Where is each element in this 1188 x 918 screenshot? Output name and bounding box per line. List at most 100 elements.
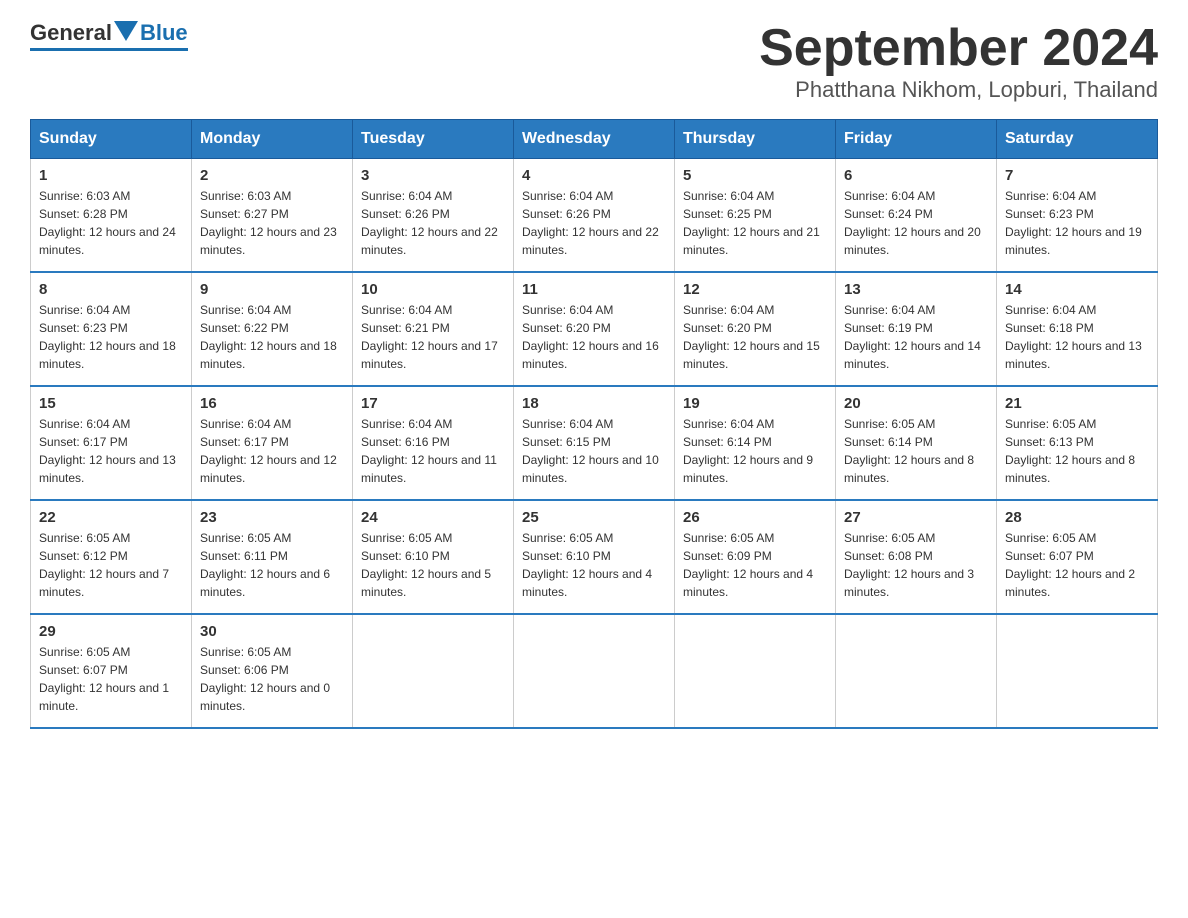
- calendar-cell: 15 Sunrise: 6:04 AMSunset: 6:17 PMDaylig…: [31, 386, 192, 500]
- month-title: September 2024: [759, 20, 1158, 77]
- calendar-cell: 2 Sunrise: 6:03 AMSunset: 6:27 PMDayligh…: [192, 159, 353, 273]
- calendar-cell: 26 Sunrise: 6:05 AMSunset: 6:09 PMDaylig…: [675, 500, 836, 614]
- day-info: Sunrise: 6:03 AMSunset: 6:27 PMDaylight:…: [200, 187, 344, 259]
- col-header-wednesday: Wednesday: [514, 120, 675, 159]
- day-number: 13: [844, 281, 988, 298]
- col-header-thursday: Thursday: [675, 120, 836, 159]
- day-info: Sunrise: 6:04 AMSunset: 6:19 PMDaylight:…: [844, 301, 988, 373]
- calendar-cell: 12 Sunrise: 6:04 AMSunset: 6:20 PMDaylig…: [675, 272, 836, 386]
- day-number: 14: [1005, 281, 1149, 298]
- day-number: 18: [522, 395, 666, 412]
- day-info: Sunrise: 6:05 AMSunset: 6:07 PMDaylight:…: [1005, 529, 1149, 601]
- day-info: Sunrise: 6:04 AMSunset: 6:15 PMDaylight:…: [522, 415, 666, 487]
- page-header: General Blue September 2024 Phatthana Ni…: [30, 20, 1158, 103]
- day-number: 15: [39, 395, 183, 412]
- calendar-cell: 3 Sunrise: 6:04 AMSunset: 6:26 PMDayligh…: [353, 159, 514, 273]
- day-info: Sunrise: 6:05 AMSunset: 6:14 PMDaylight:…: [844, 415, 988, 487]
- calendar-cell: 1 Sunrise: 6:03 AMSunset: 6:28 PMDayligh…: [31, 159, 192, 273]
- col-header-friday: Friday: [836, 120, 997, 159]
- day-number: 2: [200, 167, 344, 184]
- day-info: Sunrise: 6:04 AMSunset: 6:20 PMDaylight:…: [683, 301, 827, 373]
- day-number: 5: [683, 167, 827, 184]
- calendar-cell: 30 Sunrise: 6:05 AMSunset: 6:06 PMDaylig…: [192, 614, 353, 728]
- calendar-cell: 21 Sunrise: 6:05 AMSunset: 6:13 PMDaylig…: [997, 386, 1158, 500]
- col-header-monday: Monday: [192, 120, 353, 159]
- day-info: Sunrise: 6:03 AMSunset: 6:28 PMDaylight:…: [39, 187, 183, 259]
- calendar-cell: [836, 614, 997, 728]
- day-info: Sunrise: 6:05 AMSunset: 6:12 PMDaylight:…: [39, 529, 183, 601]
- day-info: Sunrise: 6:04 AMSunset: 6:23 PMDaylight:…: [39, 301, 183, 373]
- calendar-cell: 23 Sunrise: 6:05 AMSunset: 6:11 PMDaylig…: [192, 500, 353, 614]
- day-number: 10: [361, 281, 505, 298]
- day-number: 23: [200, 509, 344, 526]
- day-info: Sunrise: 6:04 AMSunset: 6:20 PMDaylight:…: [522, 301, 666, 373]
- col-header-saturday: Saturday: [997, 120, 1158, 159]
- calendar-cell: 22 Sunrise: 6:05 AMSunset: 6:12 PMDaylig…: [31, 500, 192, 614]
- header-right: September 2024 Phatthana Nikhom, Lopburi…: [759, 20, 1158, 103]
- logo-underline: [30, 48, 188, 51]
- calendar-cell: 29 Sunrise: 6:05 AMSunset: 6:07 PMDaylig…: [31, 614, 192, 728]
- day-number: 3: [361, 167, 505, 184]
- day-number: 7: [1005, 167, 1149, 184]
- calendar-cell: [997, 614, 1158, 728]
- day-number: 28: [1005, 509, 1149, 526]
- calendar-header-row: SundayMondayTuesdayWednesdayThursdayFrid…: [31, 120, 1158, 159]
- day-info: Sunrise: 6:05 AMSunset: 6:11 PMDaylight:…: [200, 529, 344, 601]
- calendar-cell: 8 Sunrise: 6:04 AMSunset: 6:23 PMDayligh…: [31, 272, 192, 386]
- day-info: Sunrise: 6:04 AMSunset: 6:22 PMDaylight:…: [200, 301, 344, 373]
- calendar-cell: [514, 614, 675, 728]
- day-number: 1: [39, 167, 183, 184]
- day-number: 21: [1005, 395, 1149, 412]
- day-number: 20: [844, 395, 988, 412]
- day-number: 6: [844, 167, 988, 184]
- day-info: Sunrise: 6:05 AMSunset: 6:06 PMDaylight:…: [200, 643, 344, 715]
- col-header-tuesday: Tuesday: [353, 120, 514, 159]
- day-number: 11: [522, 281, 666, 298]
- day-number: 27: [844, 509, 988, 526]
- location: Phatthana Nikhom, Lopburi, Thailand: [759, 77, 1158, 103]
- day-info: Sunrise: 6:05 AMSunset: 6:07 PMDaylight:…: [39, 643, 183, 715]
- calendar-cell: 13 Sunrise: 6:04 AMSunset: 6:19 PMDaylig…: [836, 272, 997, 386]
- calendar-cell: 24 Sunrise: 6:05 AMSunset: 6:10 PMDaylig…: [353, 500, 514, 614]
- calendar-cell: 25 Sunrise: 6:05 AMSunset: 6:10 PMDaylig…: [514, 500, 675, 614]
- day-number: 25: [522, 509, 666, 526]
- calendar-cell: 14 Sunrise: 6:04 AMSunset: 6:18 PMDaylig…: [997, 272, 1158, 386]
- calendar-cell: 27 Sunrise: 6:05 AMSunset: 6:08 PMDaylig…: [836, 500, 997, 614]
- calendar-week-row: 8 Sunrise: 6:04 AMSunset: 6:23 PMDayligh…: [31, 272, 1158, 386]
- calendar-cell: 10 Sunrise: 6:04 AMSunset: 6:21 PMDaylig…: [353, 272, 514, 386]
- calendar-week-row: 1 Sunrise: 6:03 AMSunset: 6:28 PMDayligh…: [31, 159, 1158, 273]
- day-info: Sunrise: 6:04 AMSunset: 6:14 PMDaylight:…: [683, 415, 827, 487]
- day-info: Sunrise: 6:04 AMSunset: 6:26 PMDaylight:…: [361, 187, 505, 259]
- day-number: 12: [683, 281, 827, 298]
- day-info: Sunrise: 6:04 AMSunset: 6:25 PMDaylight:…: [683, 187, 827, 259]
- day-info: Sunrise: 6:05 AMSunset: 6:10 PMDaylight:…: [522, 529, 666, 601]
- day-info: Sunrise: 6:04 AMSunset: 6:16 PMDaylight:…: [361, 415, 505, 487]
- day-info: Sunrise: 6:05 AMSunset: 6:09 PMDaylight:…: [683, 529, 827, 601]
- day-number: 17: [361, 395, 505, 412]
- calendar-cell: 16 Sunrise: 6:04 AMSunset: 6:17 PMDaylig…: [192, 386, 353, 500]
- logo-general-text: General: [30, 20, 112, 46]
- day-number: 8: [39, 281, 183, 298]
- calendar-cell: 4 Sunrise: 6:04 AMSunset: 6:26 PMDayligh…: [514, 159, 675, 273]
- calendar-cell: 11 Sunrise: 6:04 AMSunset: 6:20 PMDaylig…: [514, 272, 675, 386]
- calendar-cell: 19 Sunrise: 6:04 AMSunset: 6:14 PMDaylig…: [675, 386, 836, 500]
- day-info: Sunrise: 6:05 AMSunset: 6:08 PMDaylight:…: [844, 529, 988, 601]
- day-number: 30: [200, 623, 344, 640]
- logo-blue-text: Blue: [140, 20, 188, 46]
- calendar-table: SundayMondayTuesdayWednesdayThursdayFrid…: [30, 119, 1158, 729]
- day-number: 24: [361, 509, 505, 526]
- day-info: Sunrise: 6:04 AMSunset: 6:24 PMDaylight:…: [844, 187, 988, 259]
- day-number: 16: [200, 395, 344, 412]
- day-info: Sunrise: 6:05 AMSunset: 6:10 PMDaylight:…: [361, 529, 505, 601]
- logo: General Blue: [30, 20, 188, 51]
- calendar-cell: 6 Sunrise: 6:04 AMSunset: 6:24 PMDayligh…: [836, 159, 997, 273]
- day-number: 26: [683, 509, 827, 526]
- day-number: 9: [200, 281, 344, 298]
- calendar-week-row: 15 Sunrise: 6:04 AMSunset: 6:17 PMDaylig…: [31, 386, 1158, 500]
- col-header-sunday: Sunday: [31, 120, 192, 159]
- day-info: Sunrise: 6:04 AMSunset: 6:21 PMDaylight:…: [361, 301, 505, 373]
- calendar-week-row: 22 Sunrise: 6:05 AMSunset: 6:12 PMDaylig…: [31, 500, 1158, 614]
- logo-triangle-icon: [114, 21, 138, 41]
- calendar-cell: 20 Sunrise: 6:05 AMSunset: 6:14 PMDaylig…: [836, 386, 997, 500]
- calendar-cell: 7 Sunrise: 6:04 AMSunset: 6:23 PMDayligh…: [997, 159, 1158, 273]
